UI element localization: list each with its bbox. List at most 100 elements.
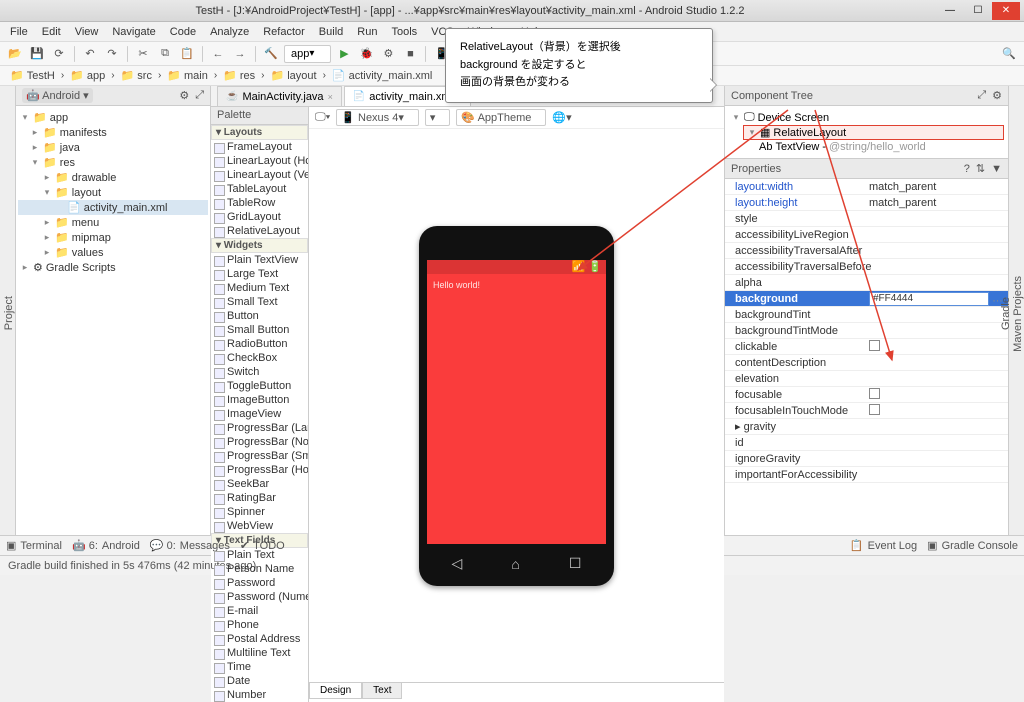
sort-icon[interactable]: ⇅ (976, 162, 985, 175)
property-row[interactable]: accessibilityLiveRegion (725, 227, 1008, 243)
menu-refactor[interactable]: Refactor (257, 24, 311, 40)
device-screen[interactable]: 📶🔋 Hello world! (427, 260, 606, 544)
palette-item[interactable]: Phone (211, 618, 308, 632)
palette-item[interactable]: Plain TextView (211, 253, 308, 267)
panel-collapse-icon[interactable]: ⤢ (195, 89, 204, 102)
crumb-app[interactable]: 📁 app (66, 68, 109, 83)
orientation-icon[interactable]: 🖵▾ (315, 111, 330, 124)
palette-item[interactable]: Multiline Text (211, 646, 308, 660)
design-stage[interactable]: 📶🔋 Hello world! ◁ ⌂ ☐ (309, 129, 724, 682)
property-row[interactable]: layout:heightmatch_parent (725, 195, 1008, 211)
menu-build[interactable]: Build (313, 24, 349, 40)
tree-manifests[interactable]: manifests (60, 127, 107, 139)
sync-icon[interactable]: ⟳ (50, 45, 68, 63)
tree-layout[interactable]: layout (72, 187, 101, 199)
property-row[interactable]: accessibilityTraversalAfter (725, 243, 1008, 259)
menu-run[interactable]: Run (351, 24, 383, 40)
property-checkbox[interactable] (869, 404, 880, 415)
property-row[interactable]: ignoreGravity (725, 451, 1008, 467)
palette-item[interactable]: ImageButton (211, 393, 308, 407)
palette-group-layouts[interactable]: ▾ Layouts (211, 125, 308, 140)
back-icon[interactable]: ← (209, 45, 227, 63)
property-row[interactable]: elevation (725, 371, 1008, 387)
ct-device-screen[interactable]: ▾🖵 Device Screen (729, 110, 1004, 125)
project-view-selector[interactable]: 🤖 Android ▾ (22, 88, 93, 103)
property-row[interactable]: id (725, 435, 1008, 451)
bottom-eventlog[interactable]: 📋 Event Log (850, 539, 917, 552)
text-tab[interactable]: Text (362, 683, 402, 699)
palette-item[interactable]: Password (211, 576, 308, 590)
bottom-terminal[interactable]: ▣ Terminal (6, 539, 62, 552)
save-icon[interactable]: 💾 (28, 45, 46, 63)
crumb-res[interactable]: 📁 res (219, 68, 259, 83)
expand-icon[interactable]: ⤢ (977, 89, 986, 102)
palette-item[interactable]: Password (Numeric) (211, 590, 308, 604)
ct-textview[interactable]: Ab TextView - @string/hello_world (757, 140, 1004, 154)
gutter-gradle[interactable]: Gradle (1000, 293, 1012, 334)
palette-item[interactable]: Number (211, 688, 308, 702)
search-icon[interactable]: 🔍 (1000, 45, 1018, 63)
palette-item[interactable]: Large Text (211, 267, 308, 281)
crumb-layout[interactable]: 📁 layout (267, 68, 321, 83)
palette-item[interactable]: ProgressBar (Small) (211, 449, 308, 463)
palette-item[interactable]: Spinner (211, 505, 308, 519)
palette-item[interactable]: Time (211, 660, 308, 674)
palette-item[interactable]: Plain Text (211, 548, 308, 562)
palette-item[interactable]: FrameLayout (211, 140, 308, 154)
tree-app[interactable]: app (50, 112, 68, 124)
property-row[interactable]: backgroundTint (725, 307, 1008, 323)
maximize-button[interactable]: ☐ (964, 2, 992, 20)
palette-item[interactable]: Button (211, 309, 308, 323)
property-row[interactable]: clickable (725, 339, 1008, 355)
close-button[interactable]: ✕ (992, 2, 1020, 20)
editor-tab-mainactivity[interactable]: ☕ MainActivity.java × (217, 86, 342, 106)
tree-menu[interactable]: menu (72, 217, 100, 229)
project-tree[interactable]: ▾📁 app ▸📁 manifests ▸📁 java ▾📁 res ▸📁 dr… (16, 106, 210, 279)
property-row[interactable]: alpha (725, 275, 1008, 291)
palette-item[interactable]: ImageView (211, 407, 308, 421)
panel-gear-icon[interactable]: ⚙ (179, 89, 189, 102)
crumb-main[interactable]: 📁 main (163, 68, 212, 83)
palette-item[interactable]: ProgressBar (Normal) (211, 435, 308, 449)
make-icon[interactable]: 🔨 (262, 45, 280, 63)
device-selector[interactable]: 📱 Nexus 4▾ (336, 109, 419, 126)
palette-item[interactable]: ProgressBar (Horizonta (211, 463, 308, 477)
locale-icon[interactable]: 🌐▾ (552, 111, 571, 124)
tree-java[interactable]: java (60, 142, 80, 154)
palette-item[interactable]: Date (211, 674, 308, 688)
gutter-project[interactable]: Project (3, 292, 15, 334)
attach-icon[interactable]: ⚙ (379, 45, 397, 63)
palette-item[interactable]: ProgressBar (Large) (211, 421, 308, 435)
undo-icon[interactable]: ↶ (81, 45, 99, 63)
filter-icon[interactable]: ▼ (991, 163, 1002, 175)
palette-item[interactable]: WebView (211, 519, 308, 533)
palette-item[interactable]: Person Name (211, 562, 308, 576)
palette-item[interactable]: GridLayout (211, 210, 308, 224)
palette-item[interactable]: Postal Address (211, 632, 308, 646)
property-row[interactable]: ▸ gravity (725, 419, 1008, 435)
ct-relativelayout[interactable]: ▾▦ RelativeLayout (743, 125, 1004, 140)
run-config-selector[interactable]: app ▾ (284, 45, 331, 63)
menu-code[interactable]: Code (164, 24, 202, 40)
palette-item[interactable]: Small Text (211, 295, 308, 309)
tree-activity-main[interactable]: activity_main.xml (84, 202, 168, 214)
forward-icon[interactable]: → (231, 45, 249, 63)
palette-item[interactable]: LinearLayout (Vertical) (211, 168, 308, 182)
paste-icon[interactable]: 📋 (178, 45, 196, 63)
menu-edit[interactable]: Edit (36, 24, 67, 40)
palette-item[interactable]: Switch (211, 365, 308, 379)
menu-file[interactable]: File (4, 24, 34, 40)
tree-values[interactable]: values (72, 247, 104, 259)
palette-item[interactable]: CheckBox (211, 351, 308, 365)
bottom-gradle-console[interactable]: ▣ Gradle Console (927, 539, 1018, 552)
property-row[interactable]: backgroundTintMode (725, 323, 1008, 339)
tree-gradle[interactable]: Gradle Scripts (46, 262, 116, 274)
close-tab-icon[interactable]: × (328, 92, 333, 102)
bottom-android[interactable]: 🤖 6: Android (72, 539, 140, 552)
panel-gear-icon[interactable]: ⚙ (992, 89, 1002, 102)
menu-view[interactable]: View (69, 24, 105, 40)
api-selector[interactable]: ▾ (425, 109, 451, 126)
property-row[interactable]: accessibilityTraversalBefore (725, 259, 1008, 275)
open-icon[interactable]: 📂 (6, 45, 24, 63)
minimize-button[interactable]: — (936, 2, 964, 20)
